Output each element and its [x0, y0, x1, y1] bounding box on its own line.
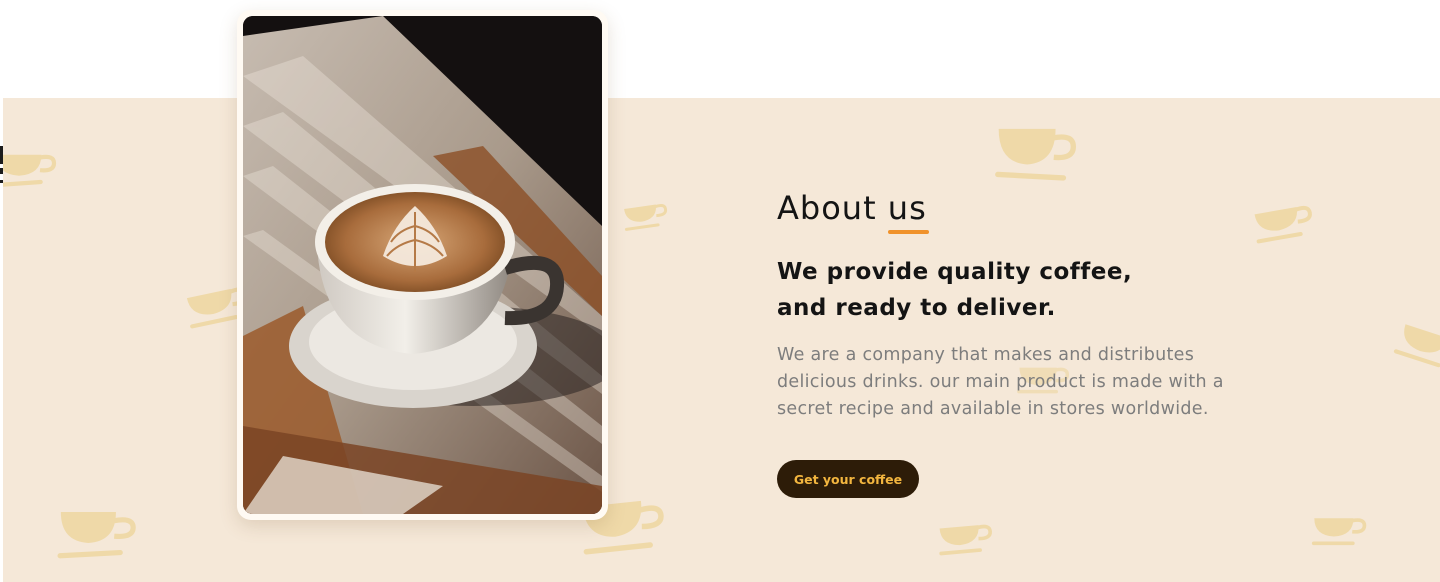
get-your-coffee-button[interactable]: Get your coffee	[777, 460, 919, 498]
about-section: About us We provide quality coffee, and …	[0, 0, 1440, 582]
about-description: We are a company that makes and distribu…	[777, 342, 1267, 423]
coffee-cup-icon	[618, 191, 673, 238]
coffee-cup-icon	[51, 500, 143, 562]
coffee-cup-icon	[987, 120, 1085, 184]
coffee-photo-card	[237, 10, 608, 520]
title-accent-word: us	[887, 186, 929, 234]
description-line-3: secret recipe and available in stores wo…	[777, 399, 1209, 419]
coffee-cup-icon	[1305, 506, 1375, 550]
coffee-cup-icon	[3, 140, 61, 192]
coffee-cup-icon	[931, 511, 1001, 561]
title-underline	[887, 230, 929, 234]
edge-marker	[0, 146, 3, 186]
section-title: About us	[777, 186, 1297, 234]
description-line-2: delicious drinks. our main product is ma…	[777, 372, 1224, 392]
latte-art-cup-photo	[243, 16, 602, 514]
headline: We provide quality coffee, and ready to …	[777, 254, 1297, 326]
title-prefix: About	[777, 189, 888, 227]
about-content: About us We provide quality coffee, and …	[777, 186, 1297, 423]
description-line-1: We are a company that makes and distribu…	[777, 345, 1195, 365]
title-accent-text: us	[887, 189, 927, 227]
headline-line-1: We provide quality coffee,	[777, 259, 1133, 285]
coffee-cup-icon	[1388, 307, 1440, 382]
headline-line-2: and ready to deliver.	[777, 295, 1056, 321]
